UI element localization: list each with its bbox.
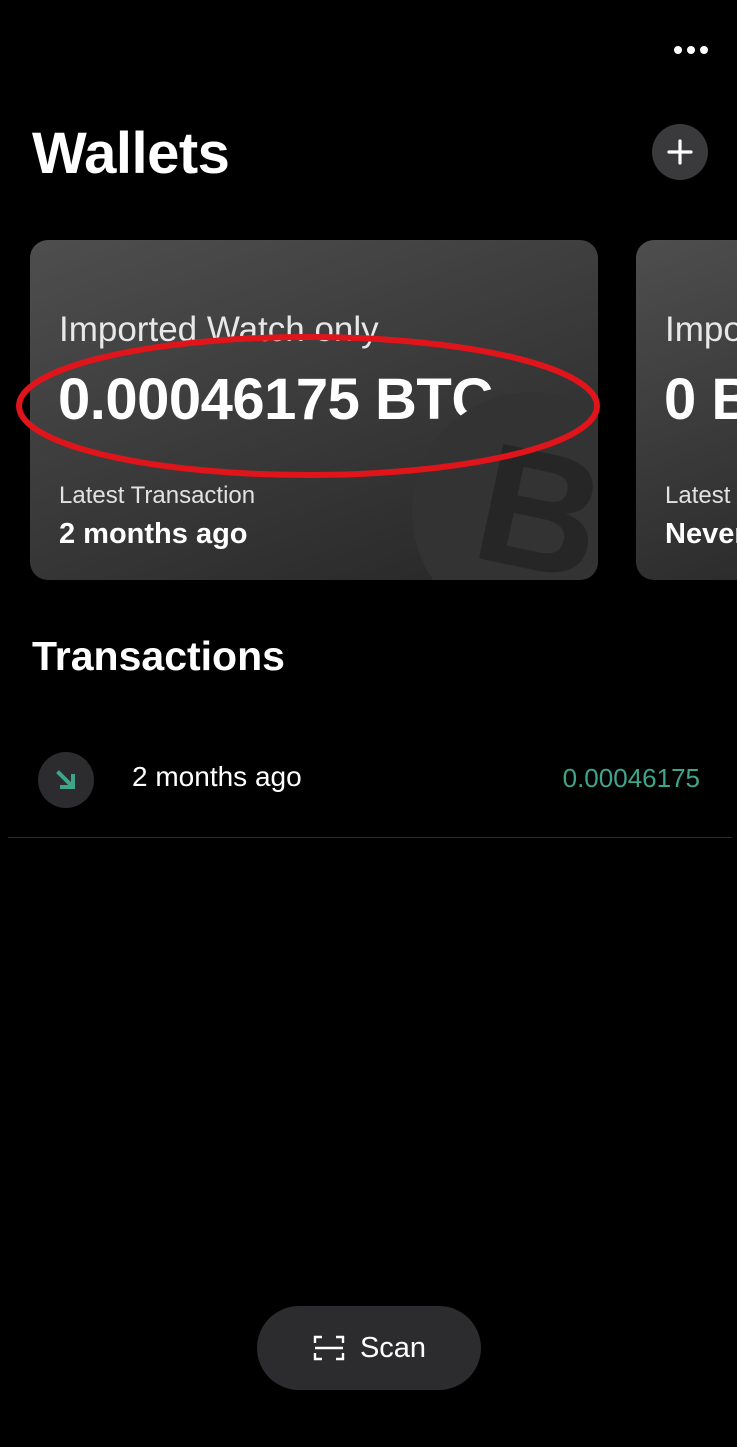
wallets-screen: Wallets Imported Watch only 0.00046175 B… <box>0 0 737 1447</box>
latest-transaction-label: Latest <box>665 482 731 509</box>
add-wallet-button[interactable] <box>652 124 708 180</box>
page-title: Wallets <box>32 121 230 186</box>
bitcoin-icon: B <box>412 392 598 580</box>
scan-icon <box>313 1335 345 1361</box>
plus-icon <box>667 139 693 165</box>
transaction-date: 2 months ago <box>132 761 302 792</box>
wallet-label: Imported Watch only <box>59 310 379 349</box>
more-horizontal-icon <box>674 46 708 54</box>
scan-label: Scan <box>359 1332 427 1364</box>
latest-transaction-value: 2 months ago <box>59 518 248 550</box>
latest-transaction-label: Latest Transaction <box>59 482 256 509</box>
transaction-amount: 0.00046175 <box>562 763 700 793</box>
wallet-label: Impo <box>665 310 737 349</box>
more-options-button[interactable] <box>664 34 718 66</box>
arrow-down-right-icon <box>56 770 75 789</box>
wallet-balance: 0 B <box>664 367 737 432</box>
latest-transaction-value: Never <box>665 518 737 550</box>
transactions-title: Transactions <box>32 633 285 679</box>
transaction-row[interactable]: 2 months ago 0.00046175 <box>8 738 732 838</box>
incoming-transaction-badge <box>38 752 94 808</box>
scan-button[interactable]: Scan <box>257 1306 481 1390</box>
